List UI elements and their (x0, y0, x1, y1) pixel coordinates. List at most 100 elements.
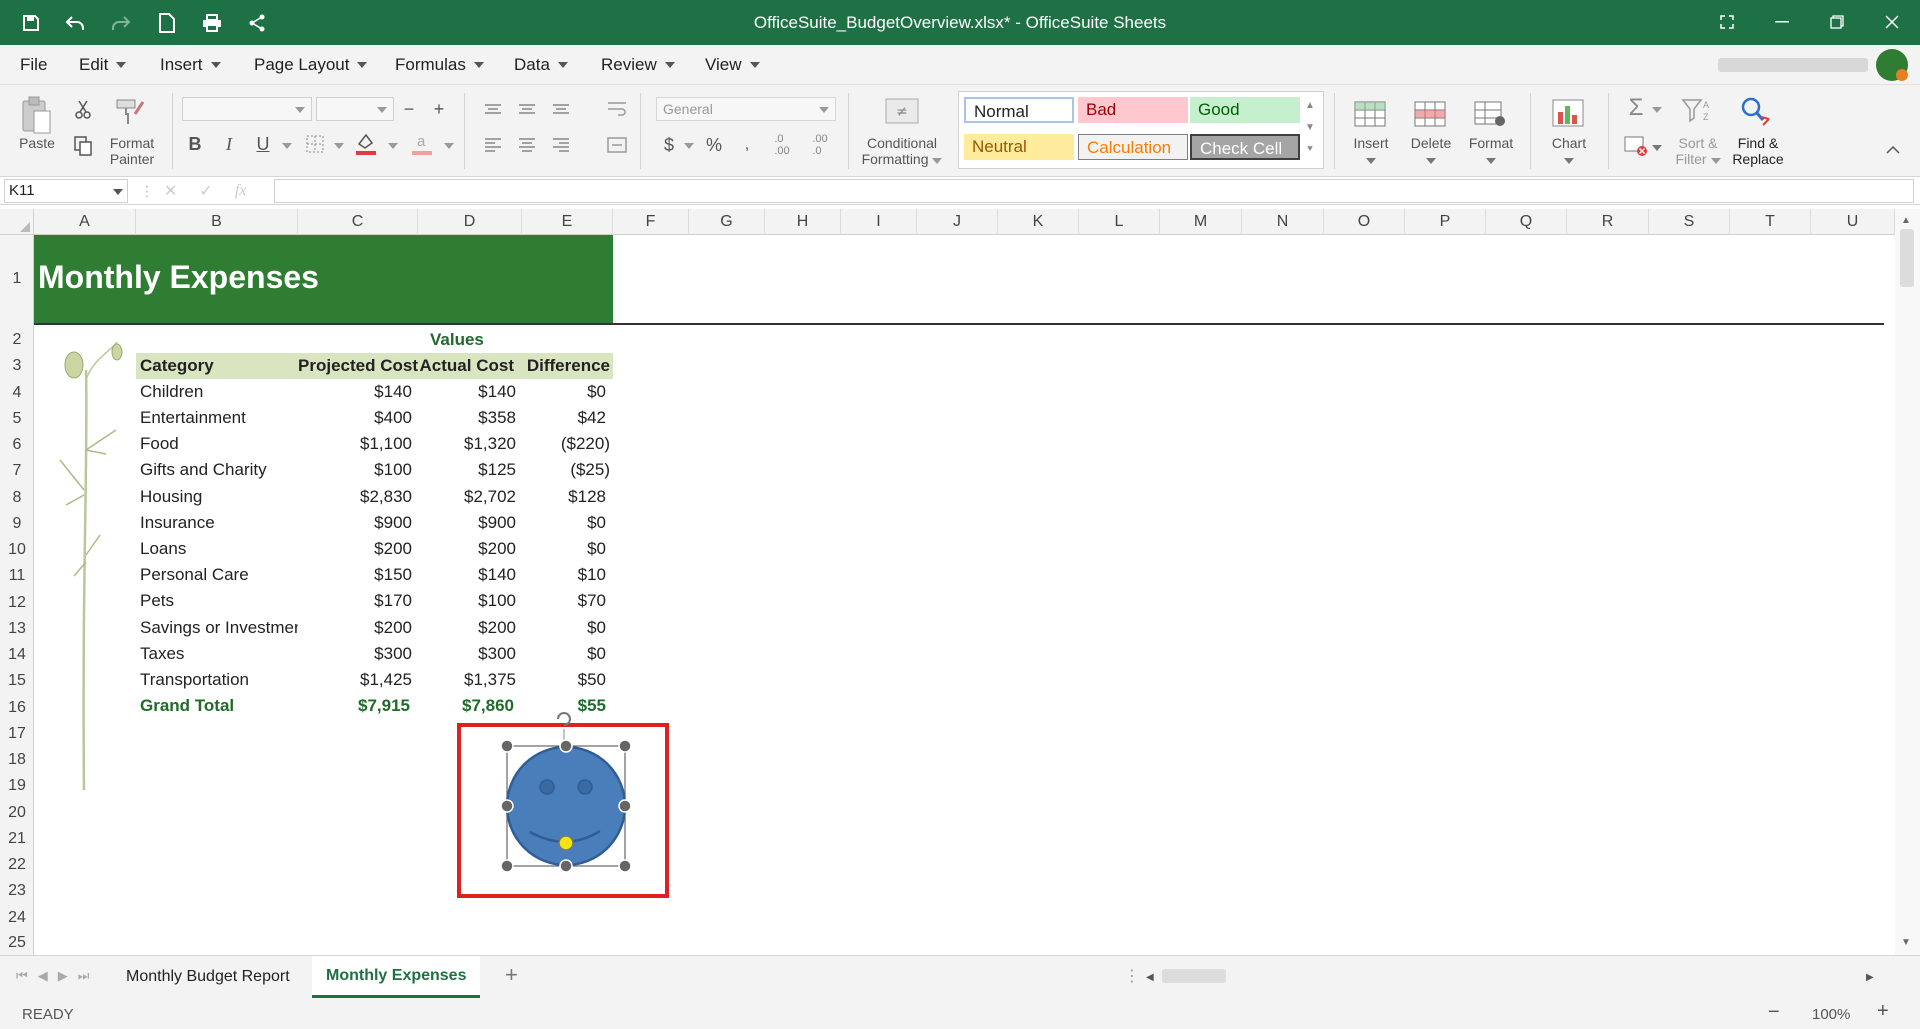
cut-icon[interactable] (70, 97, 96, 123)
row-header[interactable]: 20 (0, 799, 34, 826)
row-header[interactable]: 19 (0, 773, 34, 799)
row-header[interactable]: 17 (0, 721, 34, 747)
column-header[interactable]: N (1242, 209, 1324, 235)
cell-projected[interactable]: $200 (298, 618, 412, 638)
column-header[interactable]: Q (1486, 209, 1567, 235)
function-icon[interactable]: fx (235, 182, 247, 200)
menu-insert[interactable]: Insert (160, 55, 221, 75)
column-header[interactable]: R (1567, 209, 1649, 235)
gallery-more-icon[interactable]: ⯆ (1302, 141, 1318, 157)
conditional-formatting-icon[interactable]: ≠ (884, 97, 920, 125)
align-top-icon[interactable] (482, 99, 504, 119)
cell-projected[interactable]: $1,100 (298, 434, 412, 454)
cell-projected[interactable]: $150 (298, 565, 412, 585)
header-difference[interactable]: Difference (522, 356, 610, 376)
chevron-down-icon[interactable] (388, 143, 398, 149)
menu-edit[interactable]: Edit (79, 55, 127, 75)
column-header[interactable]: O (1324, 209, 1405, 235)
tab-nav-icons[interactable]: ⏮◀▶⏭ (16, 968, 99, 984)
chart-icon[interactable] (1550, 95, 1586, 131)
chart-label[interactable]: Chart (1544, 135, 1594, 167)
cell-difference[interactable]: $42 (522, 408, 606, 428)
scroll-down-icon[interactable]: ▼ (1901, 937, 1911, 948)
sheet-title[interactable]: Monthly Expenses (38, 259, 319, 296)
style-calculation[interactable]: Calculation (1078, 134, 1188, 160)
cell-projected[interactable]: $300 (298, 644, 412, 664)
column-header[interactable]: I (841, 209, 917, 235)
row-header[interactable]: 7 (0, 458, 34, 484)
cell-actual[interactable]: $140 (418, 565, 516, 585)
cell-projected[interactable]: $400 (298, 408, 412, 428)
grand-total-projected[interactable]: $7,915 (298, 696, 410, 716)
zoom-in-icon[interactable]: + (1877, 1000, 1889, 1023)
increase-font-icon[interactable]: + (428, 97, 450, 121)
column-header[interactable]: K (998, 209, 1079, 235)
restore-button[interactable] (1817, 8, 1857, 36)
cell-projected[interactable]: $1,425 (298, 670, 412, 690)
merge-cells-icon[interactable] (606, 135, 628, 155)
italic-button[interactable]: I (218, 131, 240, 157)
header-category[interactable]: Category (140, 356, 214, 376)
bold-button[interactable]: B (184, 131, 206, 157)
cell-category[interactable]: Insurance (140, 513, 215, 533)
cell-category[interactable]: Loans (140, 539, 186, 559)
cell-difference[interactable]: ($220) (522, 434, 610, 454)
formula-input[interactable] (274, 179, 1914, 203)
style-good[interactable]: Good (1190, 97, 1300, 123)
chevron-down-icon[interactable] (444, 143, 454, 149)
avatar[interactable] (1876, 49, 1908, 81)
menu-page-layout[interactable]: Page Layout (254, 55, 368, 75)
cell-actual[interactable]: $125 (418, 460, 516, 480)
cell-category[interactable]: Food (140, 434, 179, 454)
align-bottom-icon[interactable] (550, 99, 572, 119)
cell-actual[interactable]: $900 (418, 513, 516, 533)
cell-projected[interactable]: $170 (298, 591, 412, 611)
column-header[interactable]: H (765, 209, 841, 235)
values-header[interactable]: Values (430, 330, 484, 350)
cell-difference[interactable]: ($25) (522, 460, 610, 480)
number-format-dropdown[interactable]: General (656, 97, 836, 121)
menu-review[interactable]: Review (601, 55, 675, 75)
chevron-down-icon[interactable] (1652, 145, 1662, 151)
cell-difference[interactable]: $70 (522, 591, 606, 611)
row-header[interactable]: 25 (0, 931, 34, 955)
select-all-corner[interactable] (0, 209, 34, 235)
align-left-icon[interactable] (482, 135, 504, 155)
column-header[interactable]: S (1649, 209, 1730, 235)
column-header[interactable]: P (1405, 209, 1486, 235)
sort-filter-label[interactable]: Sort & Filter (1666, 135, 1730, 167)
row-header[interactable]: 11 (0, 563, 34, 589)
cell-difference[interactable]: $128 (522, 487, 606, 507)
column-header[interactable]: E (522, 209, 613, 235)
row-header[interactable]: 3 (0, 353, 34, 379)
rotate-handle-icon[interactable] (557, 712, 571, 726)
close-button[interactable] (1872, 8, 1912, 36)
style-bad[interactable]: Bad (1078, 97, 1188, 123)
column-header[interactable]: D (418, 209, 522, 235)
currency-icon[interactable]: $ (656, 133, 682, 157)
conditional-formatting-label[interactable]: Conditional Formatting (854, 135, 950, 167)
row-header[interactable]: 13 (0, 616, 34, 642)
column-header[interactable]: F (613, 209, 689, 235)
cell-category[interactable]: Gifts and Charity (140, 460, 267, 480)
vertical-scrollbar[interactable]: ▲ ▼ (1895, 209, 1920, 955)
header-actual-cost[interactable]: Actual Cost (418, 356, 514, 376)
decrease-decimal-icon[interactable]: .00.0 (806, 133, 834, 157)
add-sheet-icon[interactable]: + (505, 962, 518, 988)
fill-color-icon[interactable] (354, 131, 378, 157)
cell-category[interactable]: Children (140, 382, 203, 402)
percent-button[interactable]: % (702, 133, 726, 157)
row-header[interactable]: 23 (0, 878, 34, 904)
row-header[interactable]: 9 (0, 511, 34, 537)
cell-difference[interactable]: $0 (522, 539, 606, 559)
tab-monthly-expenses[interactable]: Monthly Expenses (312, 956, 481, 998)
sort-filter-icon[interactable]: AZ (1680, 93, 1716, 129)
name-box[interactable]: K11 (4, 179, 128, 203)
row-header[interactable]: 8 (0, 484, 34, 511)
underline-button[interactable]: U (252, 131, 274, 157)
cell-actual[interactable]: $300 (418, 644, 516, 664)
cell-difference[interactable]: $0 (522, 618, 606, 638)
cell-difference[interactable]: $0 (522, 382, 606, 402)
chevron-down-icon[interactable] (1652, 107, 1662, 113)
cell-category[interactable]: Pets (140, 591, 174, 611)
